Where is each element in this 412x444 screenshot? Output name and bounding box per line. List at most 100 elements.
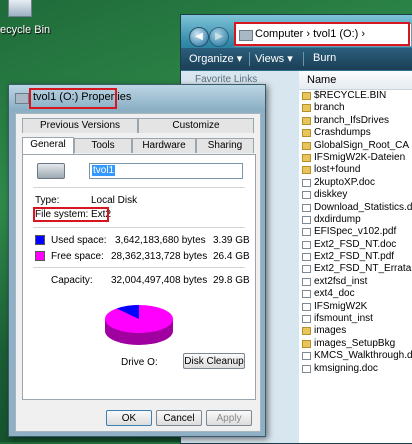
file-list-item[interactable]: EFISpec_v102.pdf [299,226,412,238]
file-name: $RECYCLE.BIN [314,90,387,101]
general-tab-panel: tvol1 Type: Local Disk File system: Ext2… [22,154,256,400]
file-list-item[interactable]: KMCS_Walkthrough.doc [299,350,412,362]
recycle-bin-icon [8,0,32,17]
file-name: branch [314,102,345,114]
toolbar-separator [249,52,250,66]
toolbar-separator [303,52,304,66]
back-button[interactable]: ◀ [189,27,209,47]
document-icon [302,215,311,224]
name-column-header[interactable]: Name [299,71,412,90]
folder-icon [302,153,311,162]
file-list-item[interactable]: $RECYCLE.BIN [299,90,412,102]
used-space-bytes: 3,642,183,680 bytes [115,235,206,246]
ok-button[interactable]: OK [106,410,152,426]
file-list-item[interactable]: images_SetupBkg [299,338,412,350]
disk-usage-pie [103,301,175,351]
drive-label: Drive O: [121,357,158,368]
title-highlight-box [29,88,117,109]
properties-dialog: tvol1 (O:) Properties Previous Versions … [8,84,266,437]
tab-customize[interactable]: Customize [138,118,254,133]
recycle-bin-desktop-icon[interactable]: ecycle Bin [0,0,50,40]
file-list-item[interactable]: GlobalSign_Root_CA [299,140,412,152]
divider [33,187,245,188]
file-list-item[interactable]: lost+found [299,164,412,176]
burn-button[interactable]: Burn [313,52,336,64]
document-icon [302,191,311,200]
file-list-item[interactable]: ifsmount_inst [299,313,412,325]
folder-icon [302,327,311,336]
file-list-item[interactable]: images [299,325,412,337]
tab-general[interactable]: General [22,137,74,154]
folder-icon [302,104,311,113]
file-name: kmsigning.doc [314,362,378,374]
file-name: ext2fsd_inst [314,275,368,287]
document-icon [302,178,311,187]
volume-name-input[interactable]: tvol1 [89,163,243,179]
used-space-label: Used space: [51,235,107,246]
file-name: branch_IfsDrives [314,114,390,126]
divider [33,267,245,268]
file-list-item[interactable]: ext2fsd_inst [299,276,412,288]
file-name: Ext2_FSD_NT.pdf [314,251,395,263]
file-list-item[interactable]: Ext2_FSD_NT.doc [299,239,412,251]
volume-name-value: tvol1 [92,165,116,176]
file-name: KMCS_Walkthrough.doc [314,350,412,362]
document-icon [302,352,311,361]
file-list-item[interactable]: branch [299,102,412,114]
file-name: images_SetupBkg [314,337,396,349]
free-space-swatch [35,251,45,261]
file-name: ext4_doc [314,288,355,300]
document-icon [302,315,311,324]
file-name: dxdirdump [314,213,361,225]
file-list-item[interactable]: Ext2_FSD_NT_Errata [299,263,412,275]
tab-sharing[interactable]: Sharing [196,138,254,153]
dialog-titlebar[interactable]: tvol1 (O:) Properties [9,85,265,111]
file-list-item[interactable]: IFSmigW2K [299,301,412,313]
file-system-highlight-box [33,207,109,222]
views-button[interactable]: Views ▾ [255,52,293,65]
dialog-content: Previous Versions Customize General Tool… [15,113,261,432]
file-list-item[interactable]: diskkey [299,189,412,201]
free-space-size: 26.4 GB [213,251,250,262]
capacity-bytes: 32,004,497,408 bytes [111,275,208,286]
folder-icon [302,92,311,100]
pie-chart-svg [105,305,173,345]
file-name: GlobalSign_Root_CA [314,139,410,151]
file-list-item[interactable]: ext4_doc [299,288,412,300]
file-name: EFISpec_v102.pdf [314,226,397,238]
folder-icon [302,166,311,175]
cancel-button[interactable]: Cancel [156,410,202,426]
file-name: IFSmigW2K-Dateien [314,151,406,163]
file-name: images [314,325,347,337]
file-list-item[interactable]: dxdirdump [299,214,412,226]
forward-button[interactable]: ▶ [209,27,229,47]
document-icon [302,364,311,373]
divider [33,227,245,228]
document-icon [302,253,311,262]
file-list-item[interactable]: 2kuptoXP.doc [299,177,412,189]
free-space-bytes: 28,362,313,728 bytes [111,251,208,262]
file-list-item[interactable]: IFSmigW2K-Dateien [299,152,412,164]
disk-cleanup-button[interactable]: Disk Cleanup [183,353,245,369]
used-space-swatch [35,235,45,245]
file-list-item[interactable]: Crashdumps [299,127,412,139]
file-name: Ext2_FSD_NT_Errata [314,263,412,275]
file-list: $RECYCLE.BIN branch branch_IfsDrives Crashd… [299,90,412,375]
explorer-toolbar: Organize ▾ Views ▾ Burn [181,48,412,70]
tab-previous-versions[interactable]: Previous Versions [22,118,138,133]
address-highlight-box [234,22,410,46]
organize-button[interactable]: Organize ▾ [189,52,242,65]
apply-button[interactable]: Apply [206,410,252,426]
file-list-item[interactable]: Ext2_FSD_NT.pdf [299,251,412,263]
tab-tools[interactable]: Tools [74,138,132,153]
file-name: Download_Statistics.doc [314,201,412,213]
free-space-label: Free space: [51,251,104,262]
used-space-size: 3.39 GB [213,235,250,246]
folder-icon [302,116,311,125]
tab-hardware[interactable]: Hardware [132,138,196,153]
file-list-item[interactable]: Download_Statistics.doc [299,202,412,214]
file-list-item[interactable]: branch_IfsDrives [299,115,412,127]
file-list-item[interactable]: kmsigning.doc [299,363,412,375]
document-icon [302,265,311,274]
document-icon [302,302,311,311]
